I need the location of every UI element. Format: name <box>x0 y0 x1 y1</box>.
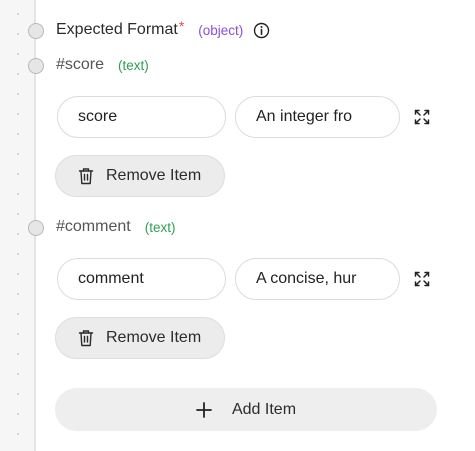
expected-format-radio[interactable] <box>28 23 44 39</box>
trash-icon <box>78 168 94 185</box>
info-icon[interactable] <box>253 22 270 39</box>
item-key-label: #comment <box>56 218 131 235</box>
remove-item-button[interactable]: Remove Item <box>55 155 225 197</box>
expected-format-label: Expected Format <box>56 21 178 38</box>
item-description-field[interactable]: An integer fro <box>235 96 400 138</box>
remove-item-label: Remove Item <box>106 167 202 184</box>
remove-item-button[interactable]: Remove Item <box>55 317 225 359</box>
item-description-value: A concise, hur <box>256 270 357 287</box>
item-description-value: An integer fro <box>256 108 353 125</box>
required-marker: * <box>178 18 185 34</box>
expected-format-type: (object) <box>198 22 244 38</box>
item-header-score: #score (text) <box>56 56 149 74</box>
item-radio-comment[interactable] <box>28 220 44 236</box>
add-item-button[interactable]: Add Item <box>55 388 437 431</box>
item-radio-score[interactable] <box>28 58 44 74</box>
plus-icon <box>196 401 212 418</box>
item-key-label: #score <box>56 56 105 73</box>
item-name-value: score <box>78 108 118 125</box>
item-name-value: comment <box>78 270 144 287</box>
item-name-field[interactable]: score <box>57 96 226 138</box>
item-type-label: (text) <box>118 57 149 73</box>
trash-icon <box>78 330 94 347</box>
add-item-label: Add Item <box>231 400 297 418</box>
item-description-field[interactable]: A concise, hur <box>235 258 400 300</box>
expected-format-header: Expected Format * (object) <box>56 18 270 39</box>
remove-item-label: Remove Item <box>106 329 202 346</box>
item-type-label: (text) <box>144 219 176 235</box>
expand-icon[interactable] <box>413 270 431 288</box>
item-name-field[interactable]: comment <box>57 258 226 300</box>
item-header-comment: #comment (text) <box>56 218 175 236</box>
expand-icon[interactable] <box>413 108 431 126</box>
